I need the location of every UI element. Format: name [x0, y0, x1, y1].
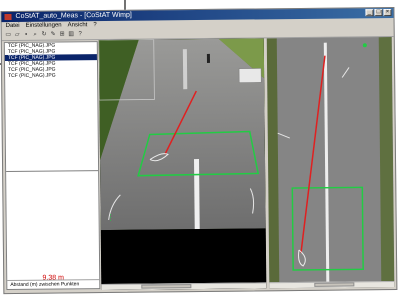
horizontal-scrollbar-right[interactable] — [269, 280, 395, 289]
open-icon[interactable]: ▱ — [14, 31, 21, 38]
left-panel: TCF (PIC_NAG).JPG TCF (PIC_NAG).JPG TCF … — [3, 41, 101, 291]
lane-marking — [194, 159, 200, 230]
pedestrian — [206, 53, 210, 63]
scroll-thumb[interactable] — [141, 284, 192, 289]
minimize-button[interactable]: _ — [365, 9, 374, 17]
window-controls: _ □ × — [365, 9, 392, 17]
menu-ansicht[interactable]: Ansicht — [68, 21, 88, 29]
grid-icon[interactable]: ▥ — [68, 31, 75, 38]
rotate-icon[interactable]: ↻ — [41, 31, 48, 38]
menu-datei[interactable]: Datei — [6, 22, 20, 30]
road-photo-left: ⋮ — [98, 38, 267, 291]
status-text: Abstand (m) zwischen Punkten — [7, 279, 100, 290]
app-icon — [4, 13, 12, 21]
svg-text:⋮: ⋮ — [107, 213, 115, 222]
parked-car — [238, 68, 262, 83]
photo-view-right[interactable] — [266, 37, 395, 289]
draw-icon[interactable]: ✎ — [50, 31, 57, 38]
road-photo-right — [266, 37, 395, 289]
maximize-button[interactable]: □ — [374, 9, 383, 17]
save-icon[interactable]: ▪ — [23, 31, 30, 38]
app-window: CoStAT_auto_Meas - [CoStAT Wimp] _ □ × D… — [0, 6, 398, 295]
empty-canvas — [100, 228, 267, 291]
zoom-icon[interactable]: ⌕ — [32, 31, 39, 38]
measure-icon[interactable]: ⊞ — [59, 31, 66, 38]
new-icon[interactable]: ▭ — [5, 31, 12, 38]
window-title: CoStAT_auto_Meas - [CoStAT Wimp] — [15, 11, 132, 20]
file-list-item[interactable]: TCF (PIC_NAG).JPG — [5, 72, 97, 79]
horizontal-scrollbar-left[interactable] — [101, 282, 267, 291]
file-list: TCF (PIC_NAG).JPG TCF (PIC_NAG).JPG TCF … — [4, 42, 99, 173]
photo-view-left[interactable]: ⋮ — [98, 38, 267, 291]
help-icon[interactable]: ? — [77, 31, 84, 38]
close-button[interactable]: × — [383, 9, 392, 17]
menu-help[interactable]: ? — [93, 21, 96, 29]
scroll-thumb[interactable] — [314, 282, 355, 287]
